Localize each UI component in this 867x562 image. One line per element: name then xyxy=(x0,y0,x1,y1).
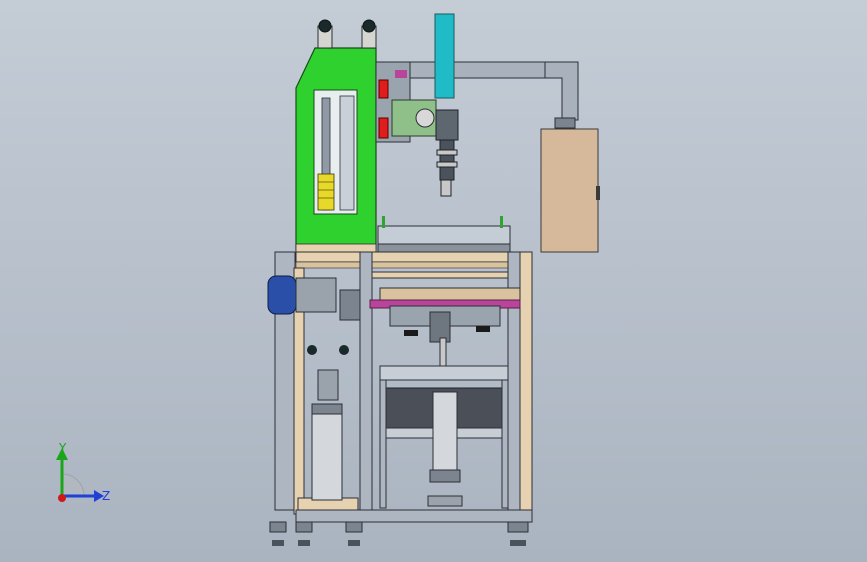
y-axis-label: Y xyxy=(58,441,67,455)
upper-work-plate xyxy=(377,216,511,253)
cad-viewport[interactable]: Y Z xyxy=(0,0,867,562)
triad-quadrant-shape xyxy=(61,473,85,497)
middle-mechanism xyxy=(389,305,501,375)
center-cylinder xyxy=(427,391,463,507)
axis-triad: Y Z xyxy=(56,441,110,503)
z-axis-label: Z xyxy=(102,489,110,503)
leveling-feet xyxy=(269,521,529,546)
left-cylinder xyxy=(307,345,349,501)
top-rollers xyxy=(317,19,377,49)
blue-motor xyxy=(267,275,361,321)
green-guard-housing xyxy=(295,47,377,253)
machine-assembly-model[interactable] xyxy=(0,0,867,562)
control-box xyxy=(540,128,599,253)
cyan-column xyxy=(434,13,455,99)
x-axis-dot xyxy=(58,494,66,502)
